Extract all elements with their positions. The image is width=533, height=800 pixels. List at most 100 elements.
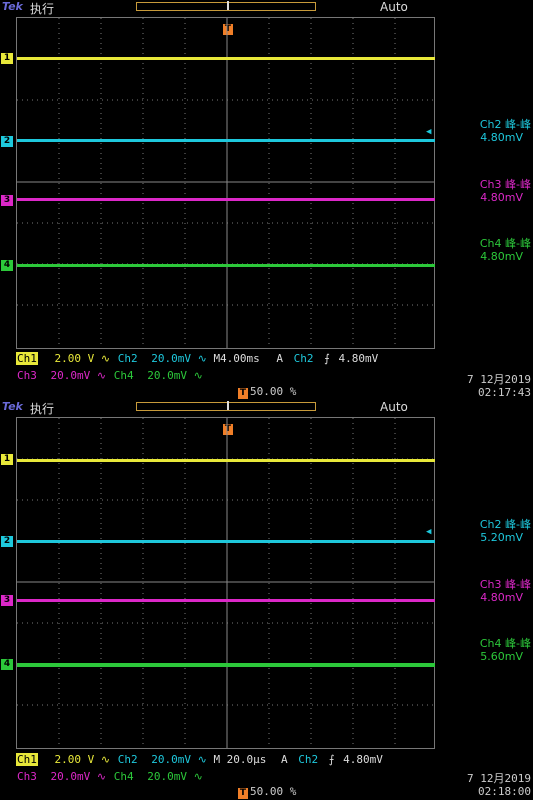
graticule — [16, 17, 435, 349]
status-row-2: Ch3 20.0mV ∿ Ch4 20.0mV ∿ — [16, 771, 203, 783]
trigger-position-value: 50.00 % — [250, 785, 297, 798]
ch4-marker[interactable]: 4 — [1, 659, 13, 670]
ch4-trace — [17, 264, 435, 267]
trigger-source: Ch2 — [298, 753, 319, 766]
top-status-bar: Tek 执行 Auto — [0, 0, 533, 16]
ch1-tag[interactable]: Ch1 — [16, 753, 38, 766]
ch4-tag[interactable]: Ch4 — [113, 369, 135, 382]
ch3-tag[interactable]: Ch3 — [16, 770, 38, 783]
ch4-scale: 20.0mV — [147, 369, 187, 382]
ch3-trace — [17, 198, 435, 201]
bandwidth-icon: ∿ — [100, 352, 111, 365]
timebase: M4.00ms — [213, 352, 260, 365]
ch1-tag[interactable]: Ch1 — [16, 352, 38, 365]
ch2-marker[interactable]: 2 — [1, 136, 13, 147]
measurement-ch3: Ch3 峰-峰 4.80mV — [436, 178, 531, 204]
tek-logo: Tek — [2, 0, 23, 13]
trigger-mode: Auto — [380, 0, 408, 14]
tek-logo: Tek — [2, 400, 23, 413]
ch4-tag[interactable]: Ch4 — [113, 770, 135, 783]
ch2-tag[interactable]: Ch2 — [117, 352, 139, 365]
status-row-1: Ch1 2.00 V ∿ Ch2 20.0mV ∿ M 20.0µs A Ch2… — [16, 753, 383, 766]
ch1-trace — [17, 57, 435, 60]
bandwidth-icon: ∿ — [193, 770, 203, 783]
trigger-level-arrow-icon: ◀ — [426, 127, 432, 137]
scope-screen-2: Tek 执行 Auto T 1 2 3 4 ◀ Ch2 峰-峰 5.20mV C… — [0, 400, 533, 800]
date: 7 12月2019 — [467, 373, 531, 386]
ch2-trace — [17, 139, 435, 142]
measurement-label: Ch4 峰-峰 — [479, 637, 531, 650]
ch3-scale: 20.0mV — [50, 770, 91, 783]
measurement-label: Ch2 峰-峰 — [479, 118, 531, 131]
trigger-mode: Auto — [380, 400, 408, 414]
ch1-scale: 2.00 V — [54, 352, 95, 365]
ch1-marker[interactable]: 1 — [1, 454, 13, 465]
date-time: 7 12月2019 02:18:00 — [445, 772, 531, 798]
trigger-source: Ch2 — [293, 352, 314, 365]
ch3-scale: 20.0mV — [50, 369, 91, 382]
ch3-marker[interactable]: 3 — [1, 595, 13, 606]
ch1-marker[interactable]: 1 — [1, 53, 13, 64]
trigger-type: A — [281, 753, 288, 766]
top-status-bar: Tek 执行 Auto — [0, 400, 533, 416]
rising-edge-icon: ⨍ — [324, 352, 330, 365]
measurement-value: 4.80mV — [480, 591, 523, 604]
time: 02:18:00 — [478, 785, 531, 798]
measurement-label: Ch3 峰-峰 — [479, 578, 531, 591]
measurement-label: Ch3 峰-峰 — [479, 178, 531, 191]
trigger-position-readout: T 50.00 % — [238, 385, 296, 399]
measurement-value: 4.80mV — [480, 191, 523, 204]
status-row-2: Ch3 20.0mV ∿ Ch4 20.0mV ∿ — [16, 370, 203, 382]
measurement-label: Ch2 峰-峰 — [479, 518, 531, 531]
measurement-ch2: Ch2 峰-峰 4.80mV — [436, 118, 531, 144]
ch1-trace — [17, 459, 435, 462]
time: 02:17:43 — [478, 386, 531, 399]
measurement-value: 4.80mV — [480, 250, 523, 263]
bandwidth-icon: ∿ — [96, 369, 107, 382]
measurement-value: 5.20mV — [480, 531, 523, 544]
ch4-marker[interactable]: 4 — [1, 260, 13, 271]
measurement-ch4: Ch4 峰-峰 4.80mV — [436, 237, 531, 263]
acquisition-state: 执行 — [30, 2, 55, 16]
ch2-marker[interactable]: 2 — [1, 536, 13, 547]
bandwidth-icon: ∿ — [100, 753, 111, 766]
bandwidth-icon: ∿ — [96, 770, 107, 783]
bandwidth-icon: ∿ — [197, 352, 207, 365]
date-time: 7 12月2019 02:17:43 — [445, 373, 531, 399]
trigger-icon: T — [238, 788, 248, 799]
scope-screen-1: Tek 执行 Auto T 1 2 3 4 ◀ Ch2 峰-峰 4.80mV C… — [0, 0, 533, 400]
ch4-scale: 20.0mV — [147, 770, 187, 783]
trigger-level: 4.80mV — [343, 753, 383, 766]
graticule-grid — [17, 418, 434, 748]
measurement-label: Ch4 峰-峰 — [479, 237, 531, 250]
trigger-level-arrow-icon: ◀ — [426, 527, 432, 537]
record-length-bar — [136, 1, 316, 11]
trigger-level: 4.80mV — [338, 352, 379, 365]
ch2-tag[interactable]: Ch2 — [117, 753, 139, 766]
measurement-ch3: Ch3 峰-峰 4.80mV — [436, 578, 531, 604]
ch1-scale: 2.00 V — [54, 753, 95, 766]
trigger-position-value: 50.00 % — [250, 385, 297, 398]
graticule — [16, 417, 435, 749]
status-row-1: Ch1 2.00 V ∿ Ch2 20.0mV ∿ M4.00ms A Ch2 … — [16, 352, 379, 365]
ch3-trace — [17, 599, 435, 602]
bandwidth-icon: ∿ — [197, 753, 207, 766]
graticule-grid — [17, 18, 434, 348]
measurement-value: 5.60mV — [480, 650, 523, 663]
date: 7 12月2019 — [467, 772, 531, 785]
measurement-ch2: Ch2 峰-峰 5.20mV — [436, 518, 531, 544]
trigger-type: A — [276, 352, 284, 365]
ch4-trace — [17, 663, 435, 667]
rising-edge-icon: ⨍ — [328, 753, 335, 766]
acquisition-state: 执行 — [30, 402, 55, 416]
bandwidth-icon: ∿ — [193, 369, 203, 382]
record-length-bar — [136, 401, 316, 411]
ch2-trace — [17, 540, 435, 543]
ch3-marker[interactable]: 3 — [1, 195, 13, 206]
ch3-tag[interactable]: Ch3 — [16, 369, 38, 382]
ch2-scale: 20.0mV — [151, 753, 191, 766]
measurement-ch4: Ch4 峰-峰 5.60mV — [436, 637, 531, 663]
timebase: M 20.0µs — [213, 753, 267, 766]
trigger-icon: T — [238, 388, 248, 399]
trigger-position-readout: T 50.00 % — [238, 785, 296, 799]
